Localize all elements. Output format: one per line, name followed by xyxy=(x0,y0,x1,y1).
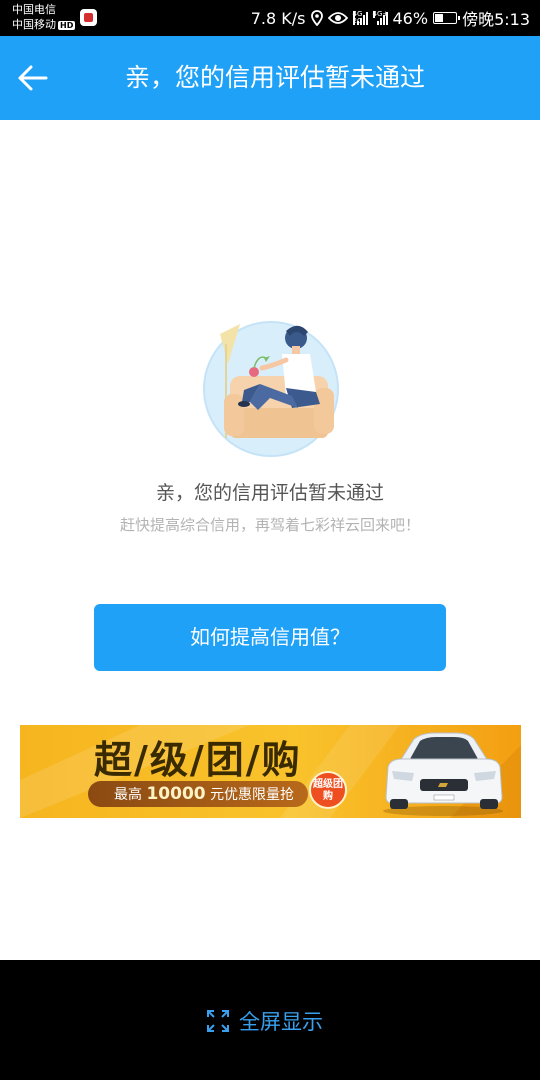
expand-icon xyxy=(207,1010,229,1032)
battery-percent: 46% xyxy=(392,8,429,28)
signal-icon: 4G 2G xyxy=(352,11,368,25)
status-right: 7.8 K/s 4G 2G 4G+ 46% 傍晚5:13 xyxy=(251,0,530,36)
battery-icon xyxy=(433,12,461,24)
fullscreen-label: 全屏显示 xyxy=(239,1010,323,1034)
fullscreen-button[interactable]: 全屏显示 xyxy=(206,1005,323,1037)
encouragement-text: 赶快提高综合信用，再驾着七彩祥云回来吧！ xyxy=(119,516,420,534)
failure-message: 亲，您的信用评估暂未通过 xyxy=(155,482,384,504)
carrier-info: 中国电信 中国移动 HD xyxy=(12,2,76,32)
eye-icon xyxy=(327,12,348,24)
location-icon xyxy=(310,10,323,26)
promo-banner[interactable]: 超/级/团/购 最高 10000 元优惠限量抢 超级团购 xyxy=(20,725,521,818)
carrier-1: 中国电信 xyxy=(12,3,56,16)
hd-badge: HD xyxy=(58,21,76,30)
app-icon xyxy=(80,9,97,26)
carrier-2: 中国移动 xyxy=(12,18,56,31)
clock: 傍晚5:13 xyxy=(462,10,530,29)
network-speed: 7.8 K/s xyxy=(250,8,306,28)
app-header: 亲，您的信用评估暂未通过 xyxy=(0,36,540,120)
person-on-sofa-illustration xyxy=(203,321,339,457)
signal-icon: 4G+ xyxy=(372,11,388,25)
white-car-illustration xyxy=(383,732,503,816)
page-title: 亲，您的信用评估暂未通过 xyxy=(124,63,425,92)
arrow-left-icon xyxy=(18,65,48,91)
improve-credit-button[interactable]: 如何提高信用值？ xyxy=(94,604,446,671)
back-button[interactable] xyxy=(14,58,54,98)
status-bar: 中国电信 中国移动HD 7.8 K/s 4G 2G 4G+ 46% 傍晚5:13 xyxy=(0,0,540,36)
banner-badge: 超级团购 xyxy=(309,771,347,809)
banner-title: 超/级/团/购 xyxy=(94,738,302,782)
banner-promo: 最高 10000 元优惠限量抢 xyxy=(88,781,309,807)
